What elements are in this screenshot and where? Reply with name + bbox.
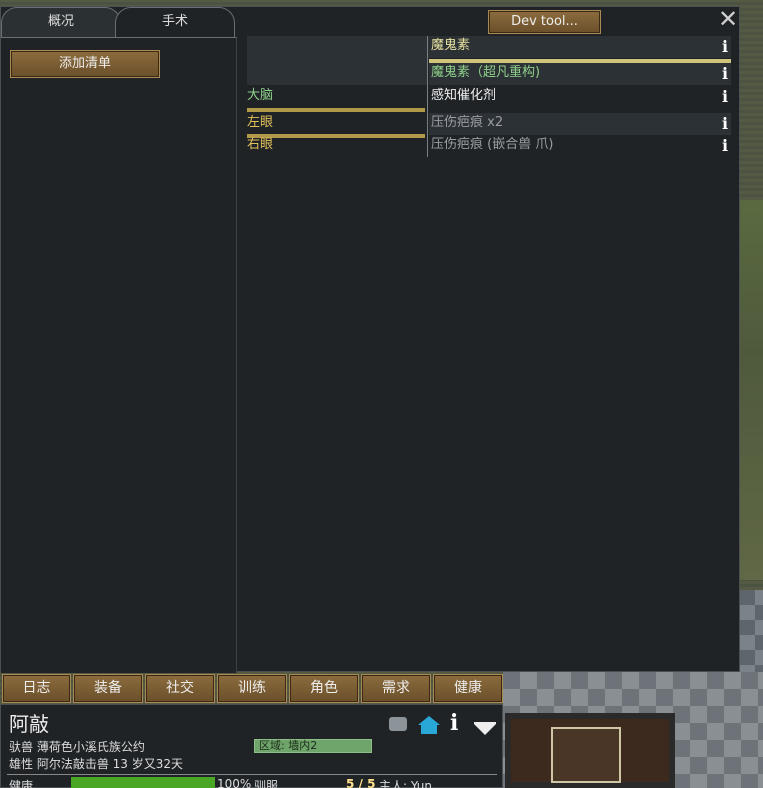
- pawn-kind-faction: 驮兽 薄荷色小溪氏族公约: [9, 740, 145, 754]
- bills-pane: 添加清单: [1, 37, 237, 673]
- body-part-label: 右眼: [247, 137, 274, 152]
- tab-health[interactable]: 健康: [433, 674, 503, 703]
- pawn-name: 阿敲: [9, 712, 49, 736]
- condition-label: 压伤疤痕 (嵌合兽 爪): [431, 137, 554, 152]
- dev-tool-button[interactable]: Dev tool...: [488, 10, 601, 34]
- tab-gear[interactable]: 装备: [73, 674, 143, 703]
- inspect-pane: 阿敲 驮兽 薄荷色小溪氏族公约 雄性 阿尔法敲击兽 13 岁又32天 区域: 墙…: [0, 704, 503, 788]
- close-icon[interactable]: ✕: [717, 7, 739, 31]
- health-tabs: 概况 手术: [1, 7, 237, 37]
- tab-needs[interactable]: 需求: [361, 674, 431, 703]
- table-row[interactable]: 魔鬼素（超凡重构) i: [247, 36, 731, 85]
- condition-label: 压伤疤痕 x2: [429, 113, 731, 135]
- health-dialog: 概况 手术 添加清单 Dev tool... ✕ 全身 魔鬼素 i 魔鬼素（超凡…: [0, 6, 740, 673]
- condition-label: 感知催化剂: [431, 88, 497, 103]
- highlight-bar: [247, 108, 425, 112]
- info-icon[interactable]: i: [721, 115, 729, 133]
- condition-label: 魔鬼素: [431, 38, 471, 53]
- tab-operations[interactable]: 手术: [115, 7, 235, 37]
- info-icon[interactable]: i: [721, 88, 729, 106]
- medical-icon[interactable]: [389, 717, 407, 731]
- tab-overview[interactable]: 概况: [1, 7, 121, 37]
- home-icon[interactable]: [417, 715, 441, 735]
- tameness-value: 5 / 5: [346, 777, 376, 788]
- body-part-label: 左眼: [247, 115, 274, 130]
- info-icon[interactable]: i: [450, 712, 462, 734]
- table-row[interactable]: 左眼 压伤疤痕 x2 i: [247, 113, 731, 135]
- dropdown-icon[interactable]: [473, 719, 497, 739]
- condition-label: 魔鬼素（超凡重构): [429, 63, 731, 85]
- pawn-gender-age: 雄性 阿尔法敲击兽 13 岁又32天: [9, 757, 183, 771]
- table-row[interactable]: 大脑 感知催化剂 i: [247, 86, 731, 108]
- health-percent: 100%: [217, 777, 252, 788]
- world-foliage: [740, 200, 763, 580]
- body-part-label: 大脑: [247, 88, 274, 103]
- area-selector[interactable]: 区域: 墙内2: [254, 739, 372, 753]
- info-icon[interactable]: i: [721, 38, 729, 56]
- tab-social[interactable]: 社交: [145, 674, 215, 703]
- info-icon[interactable]: i: [721, 65, 729, 83]
- world-room: [505, 713, 675, 788]
- health-bar: [71, 777, 215, 788]
- health-label: 健康: [9, 779, 34, 788]
- tameness-label: 驯服: [254, 779, 279, 788]
- inspect-tab-bar: 日志 装备 社交 训练 角色 需求 健康: [0, 674, 503, 704]
- tab-log[interactable]: 日志: [2, 674, 71, 703]
- tab-training[interactable]: 训练: [217, 674, 287, 703]
- divider: [7, 774, 497, 775]
- info-icon[interactable]: i: [721, 137, 729, 155]
- add-bill-button[interactable]: 添加清单: [10, 50, 160, 78]
- master-label: 主人: Yun: [379, 779, 433, 788]
- column-divider: [427, 36, 428, 157]
- table-row[interactable]: 右眼 压伤疤痕 (嵌合兽 爪) i: [247, 135, 731, 157]
- tab-character[interactable]: 角色: [289, 674, 359, 703]
